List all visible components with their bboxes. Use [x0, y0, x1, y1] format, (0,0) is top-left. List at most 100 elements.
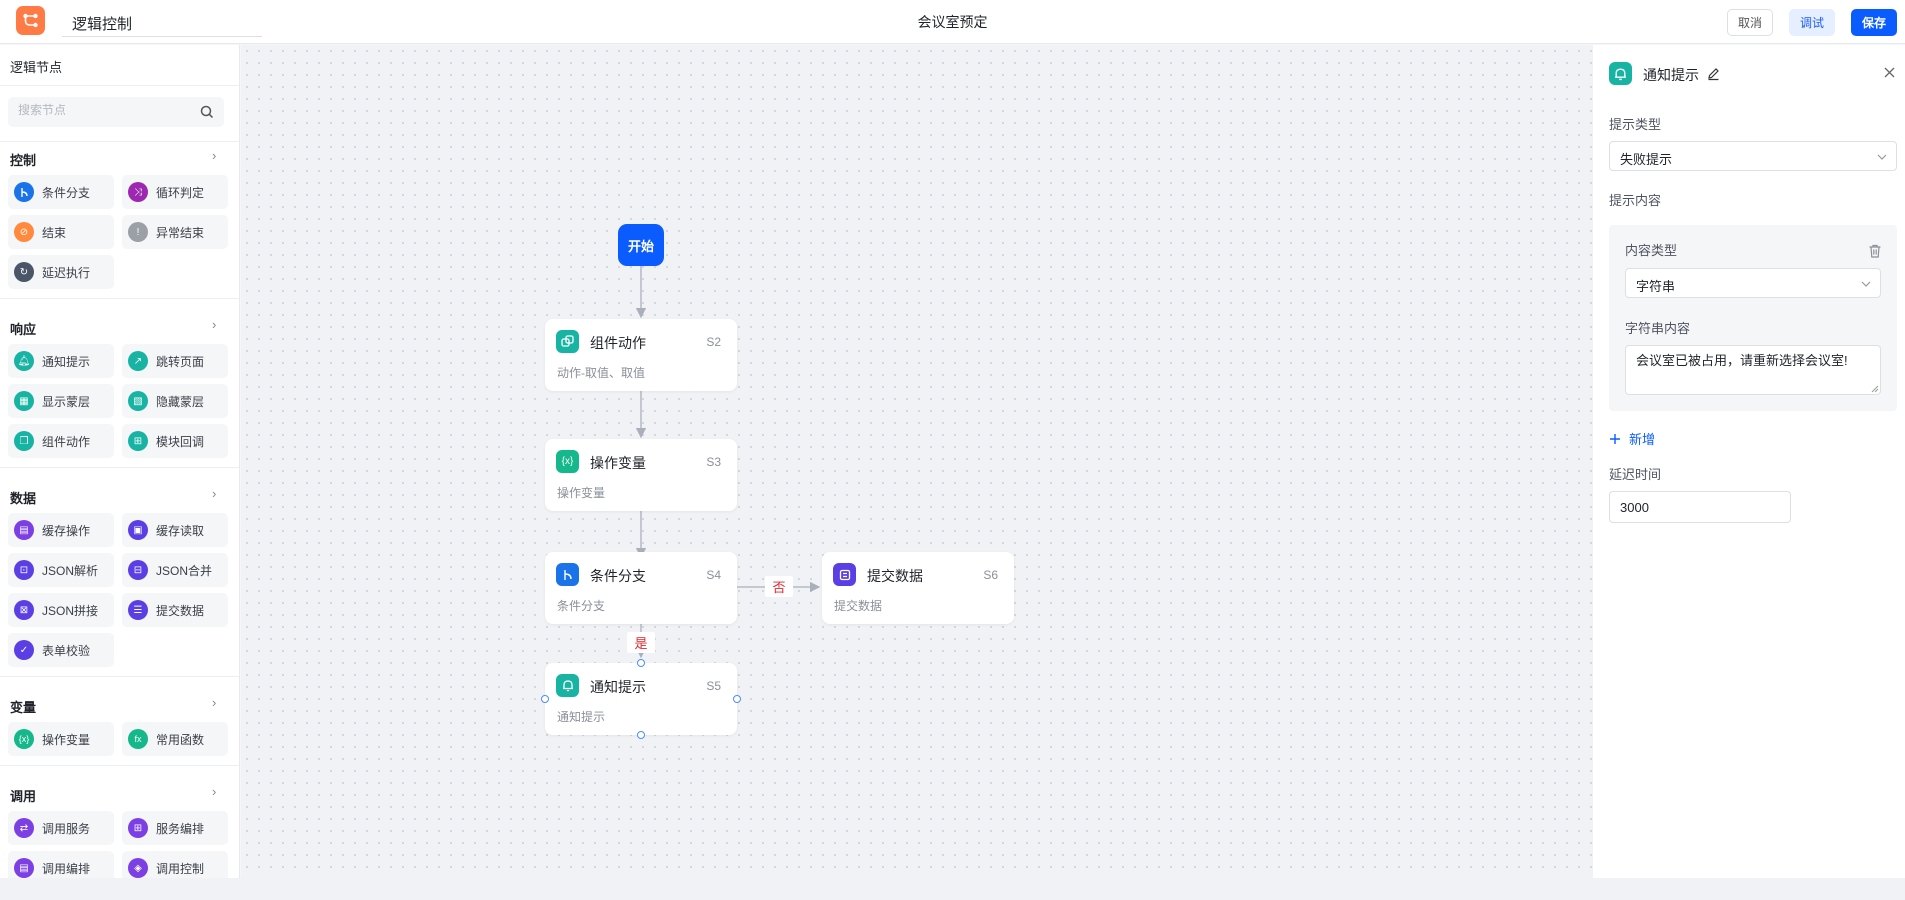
node-item-branch[interactable]: 条件分支: [8, 175, 114, 209]
node-item-submit-data[interactable]: ☰ 提交数据: [122, 593, 228, 627]
string-content-textarea[interactable]: 会议室已被占用，请重新选择会议室!: [1625, 345, 1881, 395]
node-item-end[interactable]: ⊘ 结束: [8, 215, 114, 249]
node-item-function[interactable]: fx 常用函数: [122, 722, 228, 756]
node-item-loop[interactable]: ⤨ 循环判定: [122, 175, 228, 209]
connection-handle-left[interactable]: [541, 695, 549, 703]
node-item-json-parse[interactable]: ⊡ JSON解析: [8, 553, 114, 587]
hide-mask-icon: ▧: [128, 391, 148, 411]
connection-handle-right[interactable]: [733, 695, 741, 703]
section-title-response: 响应: [10, 322, 37, 337]
chevron-right-icon[interactable]: ›: [212, 784, 216, 799]
search-box: [8, 97, 224, 127]
node-item-label: 条件分支: [42, 185, 91, 200]
add-content-button[interactable]: 新增: [1609, 429, 1655, 448]
bell-icon: [1609, 62, 1632, 85]
edge-label-no[interactable]: 否: [765, 576, 793, 597]
start-node[interactable]: 开始: [618, 224, 664, 266]
json-parse-icon: ⊡: [14, 560, 34, 580]
app-logo-icon[interactable]: [16, 6, 45, 35]
node-item-jump[interactable]: ↗ 跳转页面: [122, 344, 228, 378]
edge-label-yes[interactable]: 是: [627, 632, 655, 653]
node-item-json-merge[interactable]: ⊟ JSON合并: [122, 553, 228, 587]
delay-time-label: 延迟时间: [1609, 467, 1662, 482]
chevron-right-icon[interactable]: ›: [212, 148, 216, 163]
end-icon: ⊘: [14, 222, 34, 242]
flow-node-s2[interactable]: 组件动作 S2 动作-取值、取值: [545, 319, 737, 391]
form-validate-icon: ✓: [14, 640, 34, 660]
node-item-cache-read[interactable]: ▣ 缓存读取: [122, 513, 228, 547]
flow-node-desc: 提交数据: [834, 599, 883, 613]
variable-icon: {x}: [14, 729, 34, 749]
debug-button[interactable]: 调试: [1789, 9, 1835, 36]
flow-node-s3[interactable]: {x} 操作变量 S3 操作变量: [545, 439, 737, 511]
flow-canvas[interactable]: 开始 组件动作 S2 动作-取值、取值 {x} 操作变量 S3 操作变量 条件分…: [241, 45, 1593, 878]
node-item-hide-mask[interactable]: ▧ 隐藏蒙层: [122, 384, 228, 418]
save-button[interactable]: 保存: [1851, 9, 1897, 36]
resize-grip-icon[interactable]: [1871, 385, 1879, 393]
delay-time-input[interactable]: [1609, 491, 1791, 523]
jump-icon: ↗: [128, 351, 148, 371]
node-item-exception-end[interactable]: ! 异常结束: [122, 215, 228, 249]
close-icon[interactable]: [1883, 66, 1896, 79]
node-item-label: 操作变量: [42, 732, 91, 747]
component-action-icon: [556, 330, 579, 353]
node-item-delay[interactable]: ↻ 延迟执行: [8, 255, 114, 289]
flow-node-s5[interactable]: 通知提示 S5 通知提示: [545, 663, 737, 735]
node-item-form-validate[interactable]: ✓ 表单校验: [8, 633, 114, 667]
delete-icon[interactable]: [1867, 243, 1883, 259]
chevron-right-icon[interactable]: ›: [212, 695, 216, 710]
module-callback-icon: ⊞: [128, 431, 148, 451]
chevron-right-icon[interactable]: ›: [212, 486, 216, 501]
node-item-call-control[interactable]: ◈ 调用控制: [122, 851, 228, 878]
connection-handle-bottom[interactable]: [637, 731, 645, 739]
divider: [0, 467, 239, 468]
node-item-module-callback[interactable]: ⊞ 模块回调: [122, 424, 228, 458]
search-input[interactable]: [18, 103, 188, 117]
flow-node-s6[interactable]: 提交数据 S6 提交数据: [822, 552, 1014, 624]
call-control-icon: ◈: [128, 858, 148, 878]
submit-data-icon: [833, 563, 856, 586]
content-type-label: 内容类型: [1625, 243, 1678, 258]
node-item-label: JSON解析: [42, 563, 99, 578]
node-item-json-concat[interactable]: ⊠ JSON拼接: [8, 593, 114, 627]
node-item-call-service[interactable]: ⇄ 调用服务: [8, 811, 114, 845]
cache-read-icon: ▣: [128, 520, 148, 540]
node-item-component-action[interactable]: ❐ 组件动作: [8, 424, 114, 458]
node-item-show-mask[interactable]: ▦ 显示蒙层: [8, 384, 114, 418]
divider: [0, 85, 239, 86]
edit-icon[interactable]: [1706, 66, 1721, 81]
string-content-label: 字符串内容: [1625, 321, 1691, 336]
show-mask-icon: ▦: [14, 391, 34, 411]
node-item-label: JSON合并: [156, 563, 213, 578]
flow-node-desc: 操作变量: [557, 486, 606, 500]
node-item-label: 跳转页面: [156, 354, 205, 369]
node-item-label: 显示蒙层: [42, 394, 91, 409]
node-item-label: JSON拼接: [42, 603, 99, 618]
node-item-cache-op[interactable]: ▤ 缓存操作: [8, 513, 114, 547]
top-bar: 逻辑控制 会议室预定 取消 调试 保存: [0, 0, 1905, 44]
bell-icon: [556, 674, 579, 697]
flow-node-title: 操作变量: [590, 455, 646, 471]
search-icon[interactable]: [199, 104, 215, 120]
node-item-notify[interactable]: 🔔︎ 通知提示: [8, 344, 114, 378]
content-type-value: 字符串: [1636, 279, 1676, 294]
add-content-label: 新增: [1629, 432, 1656, 447]
node-item-variable[interactable]: {x} 操作变量: [8, 722, 114, 756]
function-icon: fx: [128, 729, 148, 749]
content-type-select[interactable]: 字符串: [1625, 268, 1881, 298]
flow-edges: [635, 266, 821, 659]
connection-handle-top[interactable]: [637, 659, 645, 667]
node-item-label: 缓存读取: [156, 523, 205, 538]
cancel-button[interactable]: 取消: [1727, 9, 1773, 36]
node-item-service-orchestration[interactable]: ⊞ 服务编排: [122, 811, 228, 845]
flow-node-title: 提交数据: [867, 568, 923, 584]
json-merge-icon: ⊟: [128, 560, 148, 580]
plus-icon: [1610, 433, 1620, 444]
node-item-call-orchestration[interactable]: ▤ 调用编排: [8, 851, 114, 878]
flow-node-s4[interactable]: 条件分支 S4 条件分支: [545, 552, 737, 624]
app-title-field[interactable]: 逻辑控制: [62, 7, 262, 37]
tip-type-select[interactable]: 失败提示: [1609, 141, 1897, 171]
chevron-right-icon[interactable]: ›: [212, 317, 216, 332]
divider: [0, 298, 239, 299]
flow-node-id: S4: [706, 568, 721, 582]
